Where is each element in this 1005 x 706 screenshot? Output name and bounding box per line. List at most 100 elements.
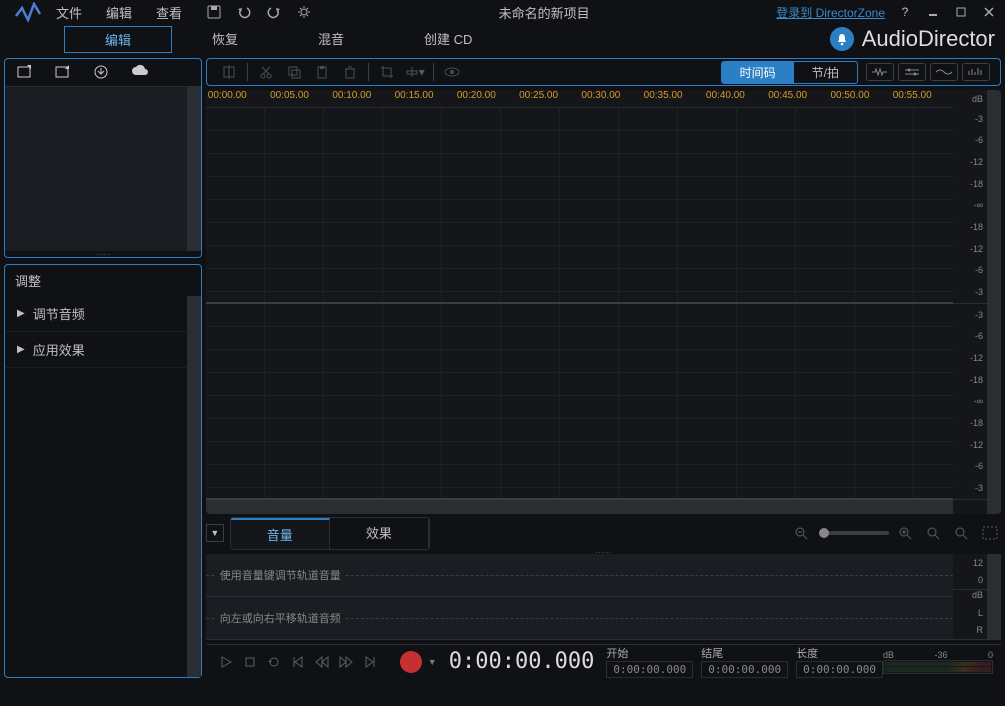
zoom-in-v-icon[interactable] <box>951 524 973 542</box>
volume-track[interactable]: 使用音量键调节轨道音量 <box>206 554 953 597</box>
ruler-tick: 00:45.00 <box>766 90 828 107</box>
level-meter: dB-360 <box>883 650 993 674</box>
start-value[interactable]: 0:00:00.000 <box>606 661 693 678</box>
timecode-button[interactable]: 时间码 <box>722 62 794 83</box>
cloud-icon[interactable] <box>131 64 149 82</box>
waveform-h-scrollbar[interactable] <box>206 500 953 514</box>
tracks-v-scrollbar[interactable] <box>987 554 1001 640</box>
end-label: 结尾 <box>701 645 788 661</box>
cut-icon[interactable] <box>252 62 280 82</box>
mode-tab-restore[interactable]: 恢复 <box>172 26 278 53</box>
adjust-item-audio[interactable]: ▶ 调节音频 <box>5 296 187 332</box>
next-icon[interactable] <box>358 652 382 672</box>
pan-track[interactable]: 向左或向右平移轨道音频 <box>206 597 953 640</box>
adjust-item-label: 调节音频 <box>33 304 85 323</box>
normalize-icon[interactable]: ▾ <box>401 62 429 82</box>
select-icon[interactable] <box>215 62 243 82</box>
transport-bar: ▼ 0:00:00.000 开始 0:00:00.000 结尾 0:00:00.… <box>206 644 1001 678</box>
minimize-icon[interactable] <box>925 4 941 20</box>
save-icon[interactable] <box>206 4 222 20</box>
ruler-tick: 00:50.00 <box>828 90 890 107</box>
chevron-right-icon: ▶ <box>17 344 25 355</box>
help-icon[interactable]: ? <box>897 4 913 20</box>
zoom-out-h-icon[interactable] <box>791 524 813 542</box>
settings-icon[interactable] <box>296 4 312 20</box>
delete-icon[interactable] <box>336 62 364 82</box>
end-value[interactable]: 0:00:00.000 <box>701 661 788 678</box>
zoom-in-h-icon[interactable] <box>895 524 917 542</box>
adjust-item-effect[interactable]: ▶ 应用效果 <box>5 332 187 368</box>
play-icon[interactable] <box>214 652 238 672</box>
copy-icon[interactable] <box>280 62 308 82</box>
panel-gripper[interactable]: ⋯⋯ <box>5 251 201 257</box>
prev-icon[interactable] <box>286 652 310 672</box>
length-label: 长度 <box>796 645 883 661</box>
login-link[interactable]: 登录到 DirectorZone <box>776 4 885 21</box>
close-icon[interactable] <box>981 4 997 20</box>
import-icon[interactable] <box>17 64 35 82</box>
position-display[interactable]: 0:00:00.000 <box>449 649 595 674</box>
track-tab-volume[interactable]: 音量 <box>231 518 330 549</box>
waveform-channel-right[interactable] <box>206 304 953 500</box>
project-title: 未命名的新项目 <box>312 3 776 22</box>
undo-icon[interactable] <box>236 4 252 20</box>
wave-view-2-icon[interactable] <box>898 63 926 81</box>
paste-icon[interactable] <box>308 62 336 82</box>
redo-icon[interactable] <box>266 4 282 20</box>
timeline-ruler[interactable]: 00:00.00 00:05.00 00:10.00 00:15.00 00:2… <box>206 90 953 108</box>
ruler-tick: 00:00.00 <box>206 90 268 107</box>
zoom-out-v-icon[interactable] <box>923 524 945 542</box>
zoom-slider[interactable] <box>819 531 889 535</box>
wave-view-1-icon[interactable] <box>866 63 894 81</box>
export-icon[interactable] <box>55 64 73 82</box>
track-tab-effect[interactable]: 效果 <box>330 518 429 549</box>
beat-button[interactable]: 节/拍 <box>794 62 857 83</box>
preview-icon[interactable] <box>438 62 466 82</box>
app-logo <box>8 1 48 23</box>
record-button[interactable] <box>400 651 422 673</box>
brand-bell-icon[interactable] <box>830 27 854 51</box>
maximize-icon[interactable] <box>953 4 969 20</box>
adjust-item-label: 应用效果 <box>33 340 85 359</box>
menu-file[interactable]: 文件 <box>56 3 82 22</box>
rewind-icon[interactable] <box>310 652 334 672</box>
media-list[interactable] <box>5 87 187 251</box>
record-dropdown-icon[interactable]: ▼ <box>428 657 437 667</box>
download-icon[interactable] <box>93 64 111 82</box>
stop-icon[interactable] <box>238 652 262 672</box>
ruler-tick: 00:40.00 <box>704 90 766 107</box>
adjust-header: 调整 <box>5 265 201 296</box>
menu-view[interactable]: 查看 <box>156 3 182 22</box>
menu-edit[interactable]: 编辑 <box>106 3 132 22</box>
ruler-tick: 00:15.00 <box>393 90 455 107</box>
zoom-fit-icon[interactable] <box>979 524 1001 542</box>
loop-icon[interactable] <box>262 652 286 672</box>
time-display-toggle: 时间码 节/拍 <box>721 61 858 84</box>
ruler-tick: 00:30.00 <box>579 90 641 107</box>
ruler-tick: 00:55.00 <box>891 90 953 107</box>
track-scale: 120 dB LR <box>953 554 987 640</box>
wave-view-4-icon[interactable] <box>962 63 990 81</box>
forward-icon[interactable] <box>334 652 358 672</box>
mode-tab-mix[interactable]: 混音 <box>278 26 384 53</box>
adjust-panel: 调整 ▶ 调节音频 ▶ 应用效果 <box>4 264 202 678</box>
track-dropdown-icon[interactable]: ▼ <box>206 524 224 542</box>
ruler-tick: 00:25.00 <box>517 90 579 107</box>
start-label: 开始 <box>606 645 693 661</box>
adjust-scrollbar[interactable] <box>187 296 201 677</box>
edit-toolbar: ▾ 时间码 节/拍 <box>206 58 1001 86</box>
ruler-tick: 00:10.00 <box>330 90 392 107</box>
mode-tab-edit[interactable]: 编辑 <box>64 26 172 53</box>
ruler-tick: 00:05.00 <box>268 90 330 107</box>
media-scrollbar[interactable] <box>187 87 201 251</box>
ruler-tick: 00:20.00 <box>455 90 517 107</box>
waveform-v-scrollbar[interactable] <box>987 90 1001 514</box>
crop-icon[interactable] <box>373 62 401 82</box>
media-panel: ⋯⋯ <box>4 58 202 258</box>
ruler-tick: 00:35.00 <box>642 90 704 107</box>
db-scale: dB -3-6-12-18-∞-18-12-6-3 -3-6-12-18-∞-1… <box>953 90 987 514</box>
waveform-channel-left[interactable] <box>206 108 953 304</box>
mode-tab-cd[interactable]: 创建 CD <box>384 26 512 53</box>
length-value[interactable]: 0:00:00.000 <box>796 661 883 678</box>
wave-view-3-icon[interactable] <box>930 63 958 81</box>
